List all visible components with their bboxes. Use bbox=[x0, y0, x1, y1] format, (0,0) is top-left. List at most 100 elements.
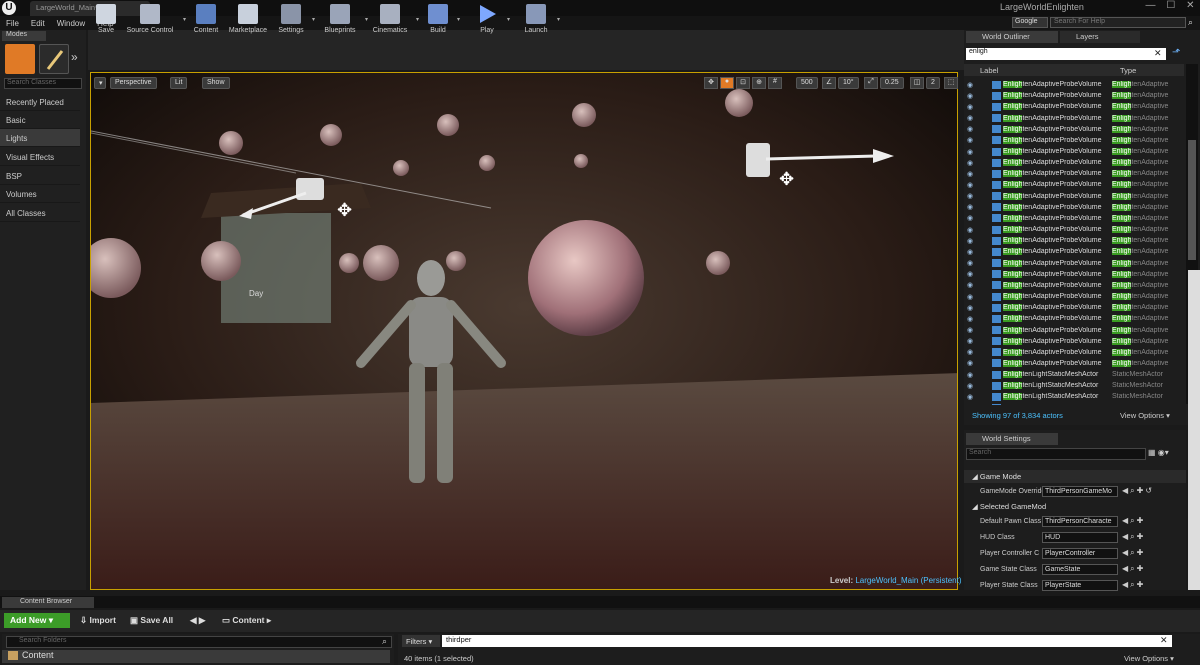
outliner-row[interactable]: ◉ EnlightenAdaptiveProbeVolume EnlightenAd… bbox=[964, 179, 1184, 190]
place-mode-icon[interactable] bbox=[5, 44, 35, 74]
more-modes-icon[interactable]: » bbox=[71, 50, 78, 64]
build-button[interactable]: Build ▾ bbox=[424, 0, 460, 40]
property-actions-icon[interactable]: ◀⌕✚ bbox=[1122, 548, 1145, 558]
outliner-row[interactable]: ◉ EnlightenAdaptiveProbeVolume EnlightenAd… bbox=[964, 324, 1184, 335]
clear-search-icon[interactable]: ✕ bbox=[1160, 635, 1168, 646]
add-actor-icon[interactable]: ⬏ bbox=[1172, 47, 1180, 58]
visibility-eye-icon[interactable]: ◉ bbox=[964, 359, 976, 367]
default-pawn-select[interactable]: ThirdPersonCharacte bbox=[1042, 516, 1118, 527]
outliner-row[interactable]: ◉ EnlightenAdaptiveProbeVolume EnlightenAd… bbox=[964, 101, 1184, 112]
visibility-eye-icon[interactable]: ◉ bbox=[964, 337, 976, 345]
property-actions-icon[interactable]: ◀⌕✚ bbox=[1122, 580, 1145, 590]
save-all-button[interactable]: ▣ Save All bbox=[130, 615, 173, 626]
visibility-eye-icon[interactable]: ◉ bbox=[964, 293, 976, 301]
visibility-eye-icon[interactable]: ◉ bbox=[964, 214, 976, 222]
category-visual-effects[interactable]: Visual Effects bbox=[0, 148, 80, 166]
outliner-row[interactable]: ◉ EnlightenAdaptiveProbeVolume EnlightenAd… bbox=[964, 157, 1184, 168]
category-lights[interactable]: Lights bbox=[0, 129, 80, 147]
visibility-eye-icon[interactable]: ◉ bbox=[964, 92, 976, 100]
outliner-view-options[interactable]: View Options ▾ bbox=[1120, 411, 1170, 420]
viewport-scene[interactable]: ✥ ✥ Day bbox=[91, 73, 958, 590]
maximize-viewport-icon[interactable]: ⬚ bbox=[944, 77, 958, 89]
asset-search-input[interactable]: thirdper bbox=[442, 635, 1172, 647]
visibility-eye-icon[interactable]: ◉ bbox=[964, 304, 976, 312]
visibility-eye-icon[interactable]: ◉ bbox=[964, 159, 976, 167]
outliner-row[interactable]: ◉ EnlightenAdaptiveProbeVolume EnlightenAd… bbox=[964, 313, 1184, 324]
visibility-eye-icon[interactable]: ◉ bbox=[964, 348, 976, 356]
category-all-classes[interactable]: All Classes bbox=[0, 204, 80, 222]
outliner-row[interactable]: ◉ EnlightenAdaptiveProbeVolume EnlightenAd… bbox=[964, 358, 1184, 369]
visibility-eye-icon[interactable]: ◉ bbox=[964, 170, 976, 178]
player-controller-select[interactable]: PlayerController bbox=[1042, 548, 1118, 559]
visibility-eye-icon[interactable]: ◉ bbox=[964, 315, 976, 323]
menu-file[interactable]: File bbox=[6, 19, 19, 28]
outliner-search-input[interactable]: enligh bbox=[966, 48, 1166, 60]
visibility-eye-icon[interactable]: ◉ bbox=[964, 114, 976, 122]
outliner-row[interactable]: ◉ EnlightenAdaptiveProbeVolume EnlightenAd… bbox=[964, 291, 1184, 302]
visibility-eye-icon[interactable]: ◉ bbox=[964, 125, 976, 133]
outliner-row[interactable]: ◉ EnlightenAdaptiveProbeVolume EnlightenAd… bbox=[964, 269, 1184, 280]
rotation-snap-icon[interactable]: ∠ bbox=[822, 77, 836, 89]
level-viewport[interactable]: ✥ ✥ Day bbox=[90, 72, 958, 590]
outliner-row[interactable]: ◉ EnlightenAdaptiveProbeVolume EnlightenAd… bbox=[964, 235, 1184, 246]
help-search-input[interactable]: Search For Help bbox=[1050, 17, 1186, 28]
maximize-icon[interactable]: ☐ bbox=[1166, 0, 1175, 14]
outliner-scroll-thumb[interactable] bbox=[1188, 140, 1196, 260]
outliner-row[interactable]: ◉ EnlightenAdaptiveProbeVolume EnlightenAd… bbox=[964, 302, 1184, 313]
outliner-row[interactable]: ◉ EnlightenAdaptiveProbeVolume EnlightenAd… bbox=[964, 79, 1184, 90]
settings-button[interactable]: Settings ▾ bbox=[275, 0, 315, 40]
outliner-row[interactable]: ◉EnlightenLightStaticMeshActorStaticMesh… bbox=[964, 403, 1184, 405]
show-button[interactable]: Show bbox=[202, 77, 230, 89]
tab-modes[interactable]: Modes bbox=[2, 31, 46, 41]
grid-snap-icon[interactable]: # bbox=[768, 77, 782, 89]
category-volumes[interactable]: Volumes bbox=[0, 185, 80, 203]
menu-edit[interactable]: Edit bbox=[31, 19, 45, 28]
source-control-button[interactable]: Source Control ▾ bbox=[122, 0, 186, 40]
outliner-row[interactable]: ◉ EnlightenAdaptiveProbeVolume EnlightenAd… bbox=[964, 90, 1184, 101]
visibility-eye-icon[interactable]: ◉ bbox=[964, 81, 976, 89]
outliner-row[interactable]: ◉ EnlightenAdaptiveProbeVolume EnlightenAd… bbox=[964, 280, 1184, 291]
visibility-eye-icon[interactable]: ◉ bbox=[964, 181, 976, 189]
visibility-eye-icon[interactable]: ◉ bbox=[964, 404, 976, 405]
search-icon[interactable]: ⌕ bbox=[1188, 17, 1193, 28]
column-label[interactable]: Label bbox=[980, 66, 998, 75]
outliner-row[interactable]: ◉ EnlightenAdaptiveProbeVolume EnlightenAd… bbox=[964, 224, 1184, 235]
outliner-row[interactable]: ◉ EnlightenAdaptiveProbeVolume EnlightenAd… bbox=[964, 202, 1184, 213]
scale-icon[interactable]: ⊡ bbox=[736, 77, 750, 89]
visibility-eye-icon[interactable]: ◉ bbox=[964, 281, 976, 289]
lit-button[interactable]: Lit bbox=[170, 77, 188, 89]
content-path-breadcrumb[interactable]: ▭ Content ▸ bbox=[222, 615, 271, 626]
filters-button[interactable]: Filters ▾ bbox=[402, 635, 440, 647]
hud-class-select[interactable]: HUD bbox=[1042, 532, 1118, 543]
marketplace-button[interactable]: Marketplace bbox=[225, 0, 271, 40]
section-selected-gamemode[interactable]: ◢ Selected GameMod bbox=[964, 500, 1186, 513]
player-state-select[interactable]: PlayerState bbox=[1042, 580, 1118, 591]
column-type[interactable]: Type bbox=[1120, 66, 1136, 75]
history-nav-icon[interactable]: ◀ ▶ bbox=[190, 615, 205, 626]
help-provider-select[interactable]: Google bbox=[1012, 17, 1048, 28]
search-icon[interactable]: ⌕ bbox=[382, 636, 387, 647]
visibility-eye-icon[interactable]: ◉ bbox=[964, 248, 976, 256]
visibility-eye-icon[interactable]: ◉ bbox=[964, 192, 976, 200]
unreal-logo-icon[interactable]: U bbox=[2, 1, 16, 15]
outliner-row[interactable]: ◉ EnlightenAdaptiveProbeVolume EnlightenAd… bbox=[964, 213, 1184, 224]
tab-content-browser[interactable]: Content Browser bbox=[2, 597, 94, 608]
rotate-icon[interactable]: ● bbox=[720, 77, 734, 89]
cinematics-button[interactable]: Cinematics ▾ bbox=[369, 0, 419, 40]
search-classes-input[interactable]: Search Classes bbox=[4, 78, 82, 89]
camera-speed-icon[interactable]: ◫ bbox=[910, 77, 924, 89]
launch-button[interactable]: Launch ▾ bbox=[520, 0, 560, 40]
scale-snap-icon[interactable]: ⤢ bbox=[864, 77, 878, 89]
tab-layers[interactable]: Layers bbox=[1060, 31, 1140, 43]
import-button[interactable]: ⇩ Import bbox=[80, 615, 116, 626]
visibility-eye-icon[interactable]: ◉ bbox=[964, 259, 976, 267]
gamemode-override-select[interactable]: ThirdPersonGameMo bbox=[1042, 486, 1118, 497]
clear-search-icon[interactable]: ✕ bbox=[1154, 48, 1162, 59]
property-actions-icon[interactable]: ◀⌕✚ bbox=[1122, 516, 1145, 526]
section-game-mode[interactable]: ◢ Game Mode bbox=[964, 470, 1186, 483]
property-actions-icon[interactable]: ◀⌕✚↺ bbox=[1122, 486, 1154, 496]
add-new-button[interactable]: Add New ▾ bbox=[4, 613, 70, 628]
visibility-eye-icon[interactable]: ◉ bbox=[964, 326, 976, 334]
property-actions-icon[interactable]: ◀⌕✚ bbox=[1122, 564, 1145, 574]
search-folders-input[interactable]: Search Folders bbox=[6, 636, 392, 648]
